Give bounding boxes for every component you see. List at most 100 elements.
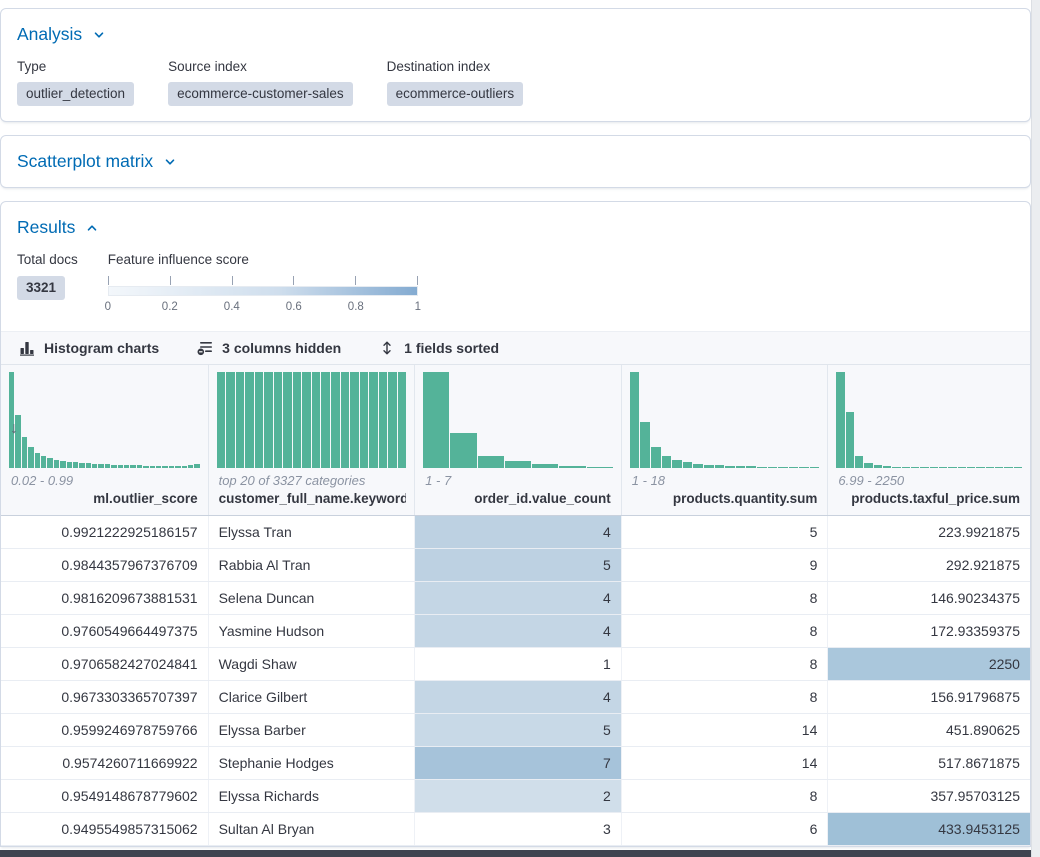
- cell-qty[interactable]: 6: [622, 813, 829, 845]
- histogram-bar: [302, 372, 311, 468]
- fields-sorted-label: 1 fields sorted: [404, 340, 499, 356]
- cell-orders[interactable]: 3: [415, 813, 622, 845]
- analysis-section-toggle[interactable]: Analysis: [17, 24, 106, 45]
- histogram-bar: [662, 456, 672, 468]
- cell-price[interactable]: 451.890625: [828, 714, 1030, 746]
- cell-qty[interactable]: 8: [622, 780, 829, 812]
- cell-score[interactable]: 0.9495549857315062: [1, 813, 209, 845]
- histogram-bar: [704, 465, 714, 468]
- cell-price[interactable]: 357.95703125: [828, 780, 1030, 812]
- histogram-bar: [799, 467, 809, 468]
- table-row: 0.9706582427024841Wagdi Shaw182250: [1, 648, 1030, 681]
- histogram-bar: [54, 460, 59, 468]
- column-range: 1 - 18: [632, 473, 818, 488]
- histogram-bar: [864, 463, 872, 468]
- histogram-charts-button[interactable]: Histogram charts: [19, 340, 159, 356]
- cell-qty[interactable]: 8: [622, 648, 829, 680]
- analysis-field-2: Destination indexecommerce-outliers: [387, 59, 524, 106]
- cell-name[interactable]: Selena Duncan: [209, 582, 416, 614]
- cell-price[interactable]: 223.9921875: [828, 516, 1030, 548]
- cell-orders[interactable]: 4: [415, 516, 622, 548]
- column-header-qty[interactable]: 1 - 18products.quantity.sum: [622, 365, 829, 515]
- cell-score[interactable]: 0.9844357967376709: [1, 549, 209, 581]
- cell-price[interactable]: 172.93359375: [828, 615, 1030, 647]
- column-header-price[interactable]: 6.99 - 2250products.taxful_price.sum: [828, 365, 1030, 515]
- cell-price[interactable]: 146.90234375: [828, 582, 1030, 614]
- cell-name[interactable]: Clarice Gilbert: [209, 681, 416, 713]
- scatterplot-section-toggle[interactable]: Scatterplot matrix: [17, 151, 177, 172]
- cell-qty[interactable]: 8: [622, 615, 829, 647]
- cell-score[interactable]: 0.9706582427024841: [1, 648, 209, 680]
- cell-orders[interactable]: 4: [415, 582, 622, 614]
- chevron-up-icon: [85, 221, 99, 235]
- table-row: 0.9574260711669922Stephanie Hodges714517…: [1, 747, 1030, 780]
- cell-orders[interactable]: 4: [415, 615, 622, 647]
- cell-price[interactable]: 2250: [828, 648, 1030, 680]
- cell-qty[interactable]: 14: [622, 747, 829, 779]
- column-name: order_id.value_count: [423, 489, 613, 515]
- cell-name[interactable]: Stephanie Hodges: [209, 747, 416, 779]
- cell-price[interactable]: 292.921875: [828, 549, 1030, 581]
- fields-sorted-button[interactable]: 1 fields sorted: [379, 340, 499, 356]
- column-header-score[interactable]: 0.02 - 0.99ml.outlier_score↓: [1, 365, 209, 515]
- cell-score[interactable]: 0.9574260711669922: [1, 747, 209, 779]
- histogram-bar: [1004, 467, 1012, 468]
- cell-price[interactable]: 433.9453125: [828, 813, 1030, 845]
- results-section-toggle[interactable]: Results: [17, 217, 99, 238]
- histogram-qty: [630, 372, 820, 468]
- total-docs-badge: 3321: [17, 276, 65, 300]
- cell-price[interactable]: 156.91796875: [828, 681, 1030, 713]
- histogram-bar: [124, 465, 129, 468]
- cell-qty[interactable]: 8: [622, 681, 829, 713]
- histogram-chart-icon: [19, 340, 35, 356]
- table-row: 0.9549148678779602Elyssa Richards28357.9…: [1, 780, 1030, 813]
- legend-tick-label: 0: [105, 301, 111, 313]
- cell-orders[interactable]: 2: [415, 780, 622, 812]
- cell-orders[interactable]: 4: [415, 681, 622, 713]
- cell-score[interactable]: 0.9599246978759766: [1, 714, 209, 746]
- histogram-bar: [86, 463, 91, 468]
- page-vertical-scrollbar[interactable]: [1031, 0, 1040, 857]
- histogram-bar: [789, 467, 799, 468]
- histogram-orders: [423, 372, 613, 468]
- grid-horizontal-scrollbar[interactable]: [0, 850, 1031, 857]
- cell-qty[interactable]: 14: [622, 714, 829, 746]
- cell-orders[interactable]: 5: [415, 714, 622, 746]
- cell-qty[interactable]: 5: [622, 516, 829, 548]
- column-header-orders[interactable]: 1 - 7order_id.value_count: [415, 365, 622, 515]
- cell-name[interactable]: Wagdi Shaw: [209, 648, 416, 680]
- cell-name[interactable]: Elyssa Tran: [209, 516, 416, 548]
- cell-orders[interactable]: 5: [415, 549, 622, 581]
- histogram-bar: [137, 465, 142, 468]
- cell-name[interactable]: Elyssa Barber: [209, 714, 416, 746]
- cell-name[interactable]: Yasmine Hudson: [209, 615, 416, 647]
- cell-score[interactable]: 0.9816209673881531: [1, 582, 209, 614]
- histogram-bar: [143, 466, 148, 468]
- cell-orders[interactable]: 1: [415, 648, 622, 680]
- cell-qty[interactable]: 9: [622, 549, 829, 581]
- histogram-bar: [73, 462, 78, 468]
- column-header-name[interactable]: top 20 of 3327 categoriescustomer_full_n…: [209, 365, 416, 515]
- column-range: 0.02 - 0.99: [11, 473, 198, 488]
- chevron-down-icon: [92, 28, 106, 42]
- columns-hidden-button[interactable]: 3 columns hidden: [197, 340, 341, 356]
- cell-name[interactable]: Elyssa Richards: [209, 780, 416, 812]
- cell-score[interactable]: 0.9921222925186157: [1, 516, 209, 548]
- histogram-score: [9, 372, 200, 468]
- histogram-bar: [892, 467, 900, 468]
- legend-tick: [232, 276, 233, 285]
- cell-score[interactable]: 0.9760549664497375: [1, 615, 209, 647]
- cell-qty[interactable]: 8: [622, 582, 829, 614]
- cell-price[interactable]: 517.8671875: [828, 747, 1030, 779]
- cell-score[interactable]: 0.9549148678779602: [1, 780, 209, 812]
- histogram-bar: [757, 467, 767, 468]
- cell-score[interactable]: 0.9673303365707397: [1, 681, 209, 713]
- histogram-bar: [715, 465, 725, 468]
- table-row: 0.9673303365707397Clarice Gilbert48156.9…: [1, 681, 1030, 714]
- field-label: Source index: [168, 59, 353, 74]
- field-label: Type: [17, 59, 134, 74]
- cell-name[interactable]: Rabbia Al Tran: [209, 549, 416, 581]
- cell-name[interactable]: Sultan Al Bryan: [209, 813, 416, 845]
- cell-orders[interactable]: 7: [415, 747, 622, 779]
- legend-tick-label: 0.2: [162, 301, 178, 313]
